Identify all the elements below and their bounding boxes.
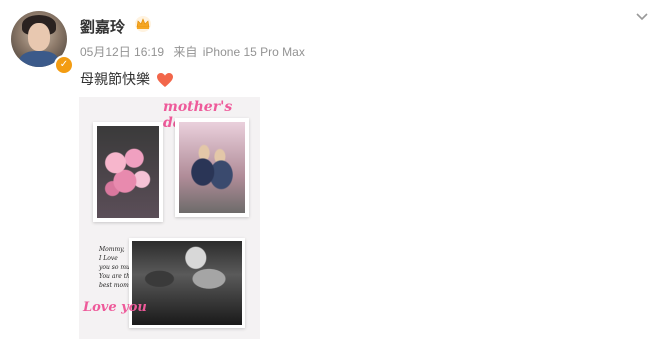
heart-icon [156,73,173,88]
love-you-text: Love you [83,300,147,315]
couple-photo [175,118,249,217]
post-device[interactable]: iPhone 15 Pro Max [203,45,305,59]
avatar-body [19,51,59,67]
author-name[interactable]: 劉嘉玲 [80,16,125,37]
avatar-container[interactable]: ✓ [11,11,74,75]
post-image[interactable]: mother's day Mommy, I Love you so much Y… [79,97,260,339]
avatar-face [28,23,50,51]
post-text-content: 母親節快樂 [80,71,150,87]
chevron-down-icon[interactable] [634,9,650,25]
bw-scene [132,241,242,325]
post-timestamp[interactable]: 05月12日 16:19 [80,45,164,59]
crown-icon[interactable] [134,15,152,33]
post-text: 母親節快樂 [80,69,174,89]
flowers-photo [93,122,163,222]
couple-scene [179,122,245,213]
post-meta: 05月12日 16:19 来自 iPhone 15 Pro Max [80,43,311,60]
flowers-bouquet [97,126,159,218]
verified-badge-icon: ✓ [54,55,74,75]
source-prefix: 来自 [173,45,198,59]
